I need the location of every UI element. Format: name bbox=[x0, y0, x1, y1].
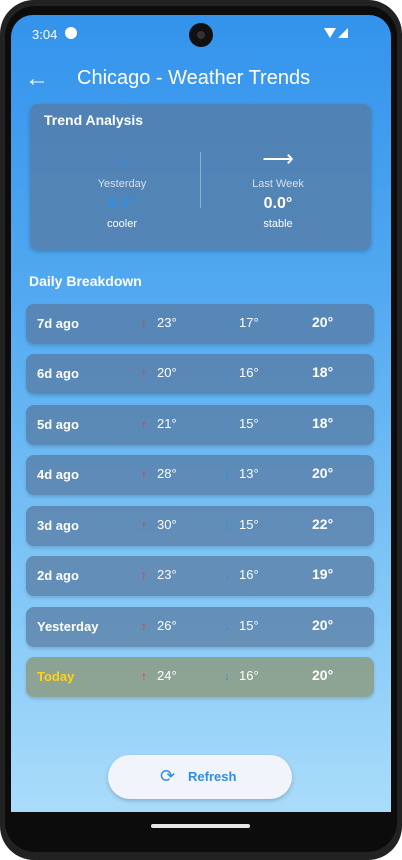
row-day: 5d ago bbox=[37, 417, 79, 432]
row-avg: 18° bbox=[312, 415, 334, 431]
row-high: 24° bbox=[157, 668, 177, 683]
row-day: 2d ago bbox=[37, 568, 79, 583]
low-arrow-icon: ↓ bbox=[224, 669, 230, 683]
trend-divider bbox=[200, 152, 201, 208]
trend-yesterday-desc: cooler bbox=[107, 218, 137, 230]
row-avg: 19° bbox=[312, 566, 334, 582]
row-day: 7d ago bbox=[37, 316, 79, 331]
app-bar: ← Chicago - Weather Trends bbox=[11, 59, 391, 103]
trend-last-week-desc: stable bbox=[263, 218, 293, 230]
daily-row: 5d ago ↑ 21° ↓ 15° 18° bbox=[26, 405, 374, 445]
daily-row: 3d ago ↑ 30° ↓ 15° 22° bbox=[26, 506, 374, 546]
app-screen: 3:04 ← Chicago - Weather Trends Trend An… bbox=[11, 15, 391, 812]
back-arrow-icon[interactable]: ← bbox=[25, 65, 49, 93]
row-day: Yesterday bbox=[37, 619, 99, 634]
row-low: 13° bbox=[239, 466, 259, 481]
trend-analysis-card: Trend Analysis → Yesterday 0.1° cooler ⟶… bbox=[30, 104, 371, 250]
row-low: 16° bbox=[239, 567, 259, 582]
daily-row: Yesterday ↑ 26° ↓ 15° 20° bbox=[26, 607, 374, 647]
arrow-right-icon: ⟶ bbox=[262, 146, 294, 171]
low-arrow-icon: ↓ bbox=[224, 316, 230, 330]
refresh-label: Refresh bbox=[188, 769, 237, 784]
notification-icon bbox=[65, 27, 77, 39]
wifi-icon bbox=[324, 28, 336, 38]
low-arrow-icon: ↓ bbox=[224, 417, 230, 431]
row-low: 15° bbox=[239, 416, 259, 431]
row-avg: 20° bbox=[312, 465, 334, 481]
phone-frame: 3:04 ← Chicago - Weather Trends Trend An… bbox=[0, 0, 402, 860]
row-day: Today bbox=[37, 669, 75, 684]
trend-analysis-title: Trend Analysis bbox=[44, 112, 144, 128]
high-arrow-icon: ↑ bbox=[141, 669, 147, 683]
row-high: 26° bbox=[157, 618, 177, 633]
row-avg: 20° bbox=[312, 314, 334, 330]
row-low: 16° bbox=[239, 365, 259, 380]
row-high: 20° bbox=[157, 365, 177, 380]
trend-last-week: ⟶ Last Week 0.0° stable bbox=[203, 144, 353, 230]
row-avg: 20° bbox=[312, 617, 334, 633]
high-arrow-icon: ↑ bbox=[141, 467, 147, 481]
front-camera bbox=[189, 23, 213, 47]
low-arrow-icon: ↓ bbox=[224, 467, 230, 481]
trend-yesterday: → Yesterday 0.1° cooler bbox=[47, 142, 197, 230]
high-arrow-icon: ↑ bbox=[141, 316, 147, 330]
row-low: 15° bbox=[239, 517, 259, 532]
daily-row: 6d ago ↑ 20° ↓ 16° 18° bbox=[26, 354, 374, 394]
high-arrow-icon: ↑ bbox=[141, 619, 147, 633]
page-title: Chicago - Weather Trends bbox=[77, 67, 311, 89]
row-high: 23° bbox=[157, 315, 177, 330]
daily-row: 7d ago ↑ 23° ↓ 17° 20° bbox=[26, 304, 374, 344]
high-arrow-icon: ↑ bbox=[141, 518, 147, 532]
row-day: 4d ago bbox=[37, 467, 79, 482]
refresh-button[interactable]: ⟳ Refresh bbox=[108, 755, 292, 799]
row-high: 23° bbox=[157, 567, 177, 582]
trend-last-week-label: Last Week bbox=[252, 178, 304, 190]
daily-row: 2d ago ↑ 23° ↓ 16° 19° bbox=[26, 556, 374, 596]
row-day: 3d ago bbox=[37, 518, 79, 533]
daily-row: 4d ago ↑ 28° ↓ 13° 20° bbox=[26, 455, 374, 495]
row-avg: 18° bbox=[312, 364, 334, 380]
trend-yesterday-value: 0.1° bbox=[107, 195, 137, 212]
low-arrow-icon: ↓ bbox=[224, 568, 230, 582]
daily-row-today: Today ↑ 24° ↓ 16° 20° bbox=[26, 657, 374, 697]
signal-icon bbox=[338, 28, 348, 38]
row-avg: 20° bbox=[312, 667, 334, 683]
high-arrow-icon: ↑ bbox=[141, 417, 147, 431]
status-time: 3:04 bbox=[32, 27, 58, 42]
row-avg: 22° bbox=[312, 516, 334, 532]
high-arrow-icon: ↑ bbox=[141, 366, 147, 380]
row-day: 6d ago bbox=[37, 366, 79, 381]
row-high: 21° bbox=[157, 416, 177, 431]
home-indicator[interactable] bbox=[151, 824, 250, 828]
row-high: 28° bbox=[157, 466, 177, 481]
row-low: 16° bbox=[239, 668, 259, 683]
daily-breakdown-title: Daily Breakdown bbox=[29, 273, 142, 289]
row-high: 30° bbox=[157, 517, 177, 532]
low-arrow-icon: ↓ bbox=[224, 518, 230, 532]
trend-down-arrow-icon: → bbox=[106, 142, 139, 176]
low-arrow-icon: ↓ bbox=[224, 619, 230, 633]
trend-yesterday-label: Yesterday bbox=[97, 178, 147, 190]
row-low: 17° bbox=[239, 315, 259, 330]
row-low: 15° bbox=[239, 618, 259, 633]
low-arrow-icon: ↓ bbox=[224, 366, 230, 380]
refresh-icon: ⟳ bbox=[160, 766, 176, 786]
status-bar: 3:04 bbox=[11, 15, 391, 53]
high-arrow-icon: ↑ bbox=[141, 568, 147, 582]
trend-last-week-value: 0.0° bbox=[263, 195, 293, 212]
